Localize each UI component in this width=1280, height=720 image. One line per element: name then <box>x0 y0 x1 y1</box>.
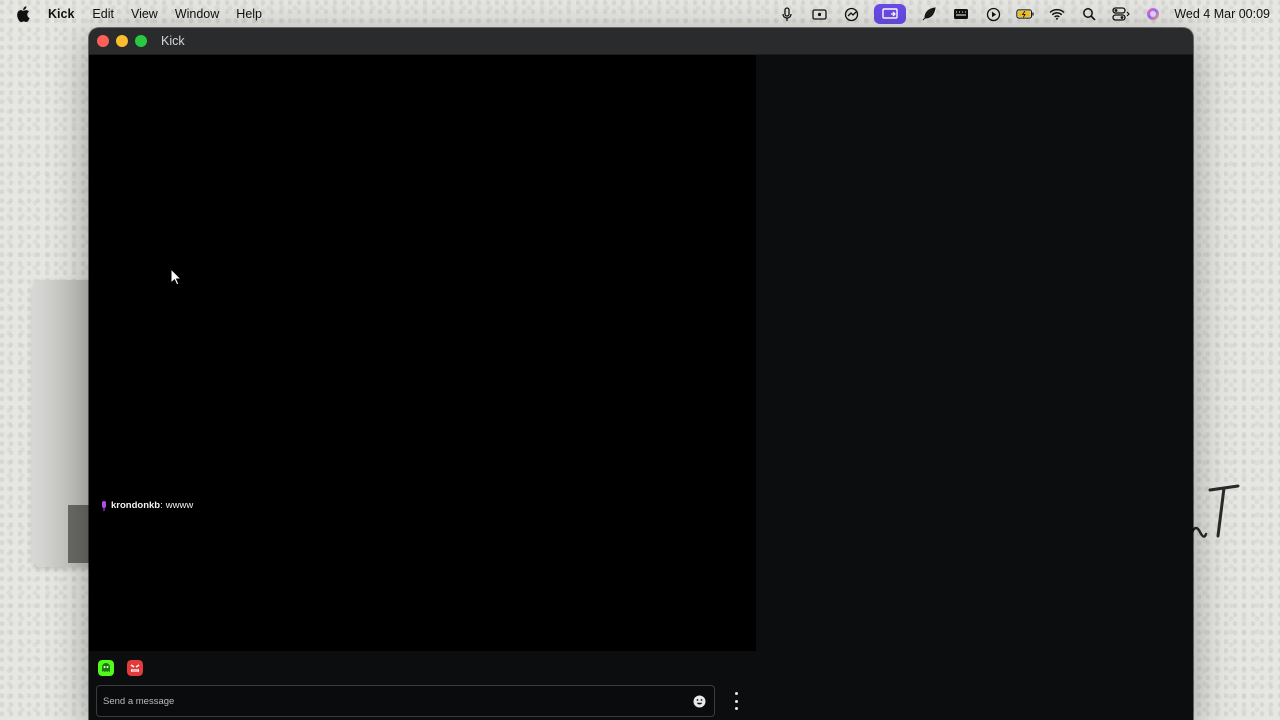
window-title: Kick <box>161 34 185 48</box>
menu-bar-right: Wed 4 Mar 00:09 <box>764 0 1270 28</box>
menu-clock[interactable]: Wed 4 Mar 00:09 <box>1174 7 1270 21</box>
menu-view[interactable]: View <box>131 7 158 21</box>
background-window-detail <box>68 505 90 563</box>
chat-composer-area <box>89 651 756 720</box>
chat-message-text: wwww <box>165 500 194 511</box>
message-input-container <box>96 685 715 717</box>
menu-edit[interactable]: Edit <box>92 7 114 21</box>
green-ghost-emote-icon[interactable] <box>98 660 114 676</box>
more-dot <box>734 707 738 710</box>
red-face-emote-icon[interactable] <box>127 660 143 676</box>
play-icon[interactable] <box>984 6 1002 22</box>
wallpaper-scribble <box>1190 484 1240 538</box>
chat-separator: : <box>160 500 163 511</box>
kick-app-window: Kick krondonkb : wwww <box>89 28 1193 720</box>
window-close-button[interactable] <box>97 35 109 47</box>
more-dot <box>734 692 738 695</box>
wifi-icon[interactable] <box>1048 6 1066 22</box>
menu-help[interactable]: Help <box>236 7 262 21</box>
keyboard-icon[interactable] <box>952 6 970 22</box>
window-minimize-button[interactable] <box>116 35 128 47</box>
menu-bar: Kick Edit View Window Help Wed 4 Mar 00:… <box>0 0 1280 28</box>
screen-mirror-icon[interactable] <box>874 4 907 24</box>
more-dot <box>734 699 738 703</box>
menu-bar-left: Kick Edit View Window Help <box>16 0 279 28</box>
battery-icon[interactable] <box>1016 6 1034 22</box>
badge-shape <box>102 500 106 508</box>
mouse-cursor-icon <box>170 268 182 286</box>
more-options-icon[interactable] <box>729 692 743 710</box>
menu-window[interactable]: Window <box>175 7 219 21</box>
side-panel <box>756 55 1193 720</box>
apple-icon[interactable] <box>16 6 30 22</box>
microphone-icon[interactable] <box>778 6 796 22</box>
spotlight-icon[interactable] <box>1080 6 1098 22</box>
control-center-icon[interactable] <box>1112 6 1131 22</box>
stream-video-area[interactable]: krondonkb : wwww <box>89 55 756 651</box>
microphone-badge-icon <box>102 500 106 511</box>
window-titlebar[interactable]: Kick <box>89 28 1193 55</box>
siri-icon[interactable] <box>1144 6 1162 22</box>
emoji-picker-icon[interactable] <box>693 695 706 708</box>
chat-username[interactable]: krondonkb <box>111 500 160 511</box>
menu-app-name[interactable]: Kick <box>48 7 74 21</box>
window-zoom-button[interactable] <box>135 35 147 47</box>
chat-message: krondonkb : wwww <box>101 500 193 511</box>
screen-record-icon[interactable] <box>810 6 828 22</box>
message-input[interactable] <box>97 686 693 716</box>
feather-icon[interactable] <box>920 6 938 22</box>
share-icon[interactable] <box>842 6 860 22</box>
